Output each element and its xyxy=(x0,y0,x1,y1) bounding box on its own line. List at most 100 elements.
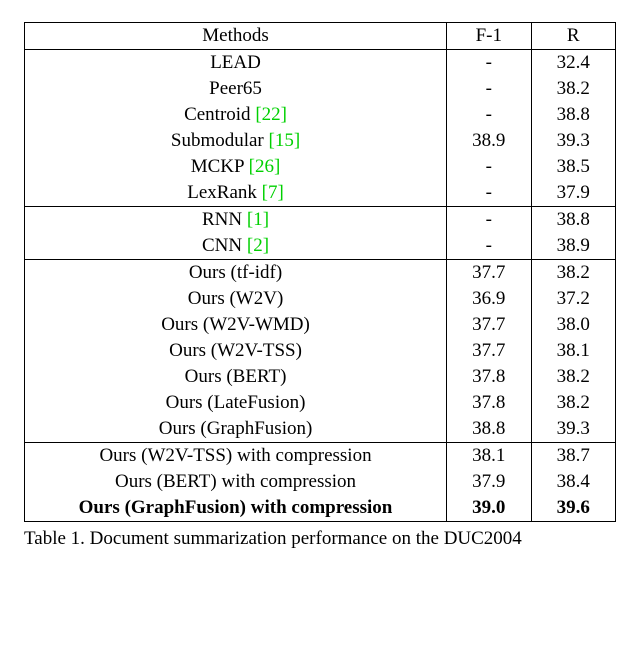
table-row: Ours (W2V-TSS) with compression 38.138.7 xyxy=(25,443,616,470)
table-row: Ours (GraphFusion) with compression 39.03… xyxy=(25,495,616,522)
table-row: Ours (BERT) with compression 37.938.4 xyxy=(25,469,616,495)
r-cell: 32.4 xyxy=(531,50,615,77)
f1-cell: 39.0 xyxy=(447,495,531,522)
r-cell: 38.9 xyxy=(531,233,615,260)
method-cell: Ours (LateFusion) xyxy=(25,390,447,416)
r-cell: 37.9 xyxy=(531,180,615,207)
table-row: LEAD -32.4 xyxy=(25,50,616,77)
r-cell: 38.8 xyxy=(531,102,615,128)
method-name: Ours (GraphFusion) with compression xyxy=(79,497,393,518)
f1-cell: 37.7 xyxy=(447,260,531,287)
method-name: Ours (GraphFusion) xyxy=(159,418,313,439)
method-name: MCKP xyxy=(191,156,249,177)
method-name: Ours (tf-idf) xyxy=(189,262,282,283)
table-row: Centroid [22]-38.8 xyxy=(25,102,616,128)
method-cell: Peer65 xyxy=(25,76,447,102)
citation-link[interactable]: [15] xyxy=(269,130,301,151)
method-name: Centroid xyxy=(184,104,255,125)
f1-cell: 37.8 xyxy=(447,364,531,390)
r-cell: 38.0 xyxy=(531,312,615,338)
citation-link[interactable]: [22] xyxy=(255,104,287,125)
f1-cell: 38.8 xyxy=(447,416,531,443)
r-cell: 39.3 xyxy=(531,128,615,154)
method-cell: Centroid [22] xyxy=(25,102,447,128)
method-name: Ours (W2V) xyxy=(188,288,284,309)
header-r: R xyxy=(531,23,615,50)
method-cell: Ours (W2V-TSS) xyxy=(25,338,447,364)
r-cell: 38.1 xyxy=(531,338,615,364)
f1-cell: - xyxy=(447,50,531,77)
r-cell: 38.2 xyxy=(531,260,615,287)
method-name: Ours (W2V-WMD) xyxy=(161,314,310,335)
method-cell: Ours (W2V) xyxy=(25,286,447,312)
method-cell: Ours (tf-idf) xyxy=(25,260,447,287)
r-cell: 38.5 xyxy=(531,154,615,180)
method-name: Submodular xyxy=(171,130,269,151)
f1-cell: - xyxy=(447,102,531,128)
r-cell: 37.2 xyxy=(531,286,615,312)
citation-link[interactable]: [26] xyxy=(249,156,281,177)
f1-cell: - xyxy=(447,233,531,260)
method-cell: Ours (GraphFusion) with compression xyxy=(25,495,447,522)
table-row: Peer65 -38.2 xyxy=(25,76,616,102)
r-cell: 39.6 xyxy=(531,495,615,522)
method-cell: Ours (BERT) with compression xyxy=(25,469,447,495)
method-cell: LexRank [7] xyxy=(25,180,447,207)
table-row: Ours (W2V) 36.937.2 xyxy=(25,286,616,312)
f1-cell: 37.7 xyxy=(447,312,531,338)
citation-link[interactable]: [1] xyxy=(247,209,269,230)
method-name: LEAD xyxy=(210,52,261,73)
f1-cell: 38.1 xyxy=(447,443,531,470)
method-cell: Submodular [15] xyxy=(25,128,447,154)
method-cell: LEAD xyxy=(25,50,447,77)
table-row: Ours (BERT) 37.838.2 xyxy=(25,364,616,390)
table-row: Ours (W2V-TSS) 37.738.1 xyxy=(25,338,616,364)
table-row: Ours (W2V-WMD) 37.738.0 xyxy=(25,312,616,338)
header-methods: Methods xyxy=(25,23,447,50)
method-cell: Ours (GraphFusion) xyxy=(25,416,447,443)
method-name: Ours (W2V-TSS) with compression xyxy=(99,445,371,466)
r-cell: 38.2 xyxy=(531,390,615,416)
method-cell: CNN [2] xyxy=(25,233,447,260)
r-cell: 38.2 xyxy=(531,76,615,102)
f1-cell: 37.9 xyxy=(447,469,531,495)
table-row: Ours (GraphFusion) 38.839.3 xyxy=(25,416,616,443)
table-caption: Table 1. Document summarization performa… xyxy=(24,528,624,550)
method-name: Ours (LateFusion) xyxy=(166,392,306,413)
method-name: Ours (BERT) with compression xyxy=(115,471,356,492)
table-row: LexRank [7]-37.9 xyxy=(25,180,616,207)
method-cell: Ours (BERT) xyxy=(25,364,447,390)
f1-cell: - xyxy=(447,180,531,207)
method-name: Peer65 xyxy=(209,78,262,99)
method-name: RNN xyxy=(202,209,247,230)
f1-cell: 38.9 xyxy=(447,128,531,154)
r-cell: 38.7 xyxy=(531,443,615,470)
r-cell: 38.4 xyxy=(531,469,615,495)
f1-cell: 37.8 xyxy=(447,390,531,416)
method-cell: Ours (W2V-WMD) xyxy=(25,312,447,338)
f1-cell: 37.7 xyxy=(447,338,531,364)
r-cell: 39.3 xyxy=(531,416,615,443)
method-name: CNN xyxy=(202,235,247,256)
table-row: Ours (LateFusion) 37.838.2 xyxy=(25,390,616,416)
table-row: RNN [1]-38.8 xyxy=(25,207,616,234)
citation-link[interactable]: [2] xyxy=(247,235,269,256)
table-row: Ours (tf-idf) 37.738.2 xyxy=(25,260,616,287)
table-row: MCKP [26]-38.5 xyxy=(25,154,616,180)
f1-cell: 36.9 xyxy=(447,286,531,312)
r-cell: 38.2 xyxy=(531,364,615,390)
citation-link[interactable]: [7] xyxy=(262,182,284,203)
method-cell: RNN [1] xyxy=(25,207,447,234)
method-cell: Ours (W2V-TSS) with compression xyxy=(25,443,447,470)
f1-cell: - xyxy=(447,207,531,234)
f1-cell: - xyxy=(447,154,531,180)
r-cell: 38.8 xyxy=(531,207,615,234)
table-row: Submodular [15]38.939.3 xyxy=(25,128,616,154)
f1-cell: - xyxy=(447,76,531,102)
method-name: LexRank xyxy=(187,182,261,203)
method-cell: MCKP [26] xyxy=(25,154,447,180)
method-name: Ours (W2V-TSS) xyxy=(169,340,302,361)
method-name: Ours (BERT) xyxy=(185,366,287,387)
header-f1: F-1 xyxy=(447,23,531,50)
table-row: CNN [2]-38.9 xyxy=(25,233,616,260)
